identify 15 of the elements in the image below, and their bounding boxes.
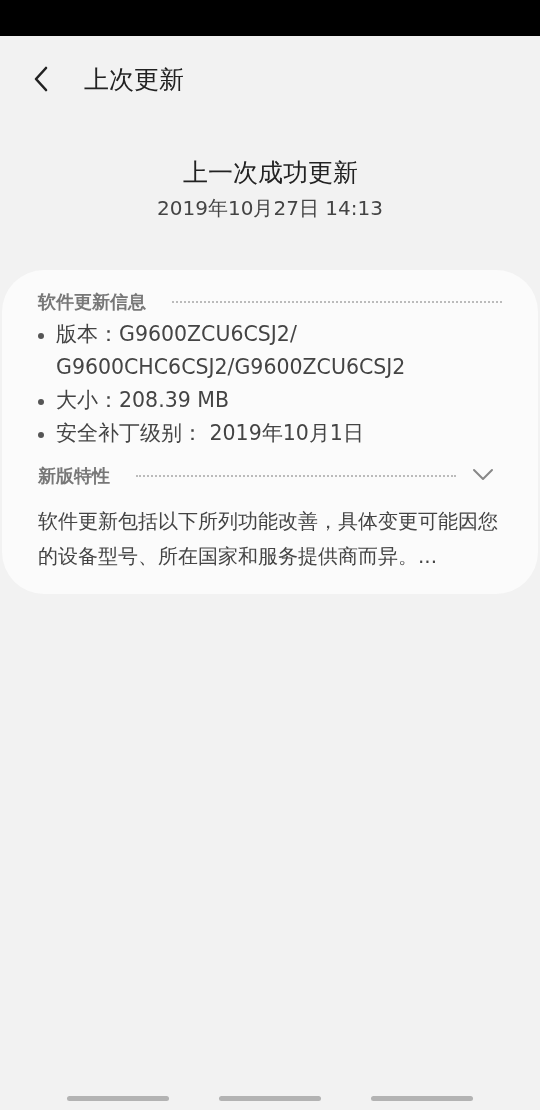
section-title: 软件更新信息 <box>38 290 146 314</box>
features-description: 软件更新包括以下所列功能改善，具体变更可能因您的设备型号、所在国家和服务提供商而异。... <box>38 508 499 570</box>
nav-gesture-bar[interactable] <box>371 1095 473 1101</box>
info-item: 安全补丁级别： 2019年10月1日 <box>56 420 365 447</box>
page-title: 上次更新 <box>84 63 184 96</box>
update-heading: 上一次成功更新 <box>182 157 358 189</box>
section-title: 新版特性 <box>38 464 110 488</box>
nav-gesture-bar[interactable] <box>219 1095 321 1101</box>
bullet-icon <box>38 399 44 405</box>
bullet-icon <box>38 432 44 438</box>
update-date: 2019年10月27日 14:13 <box>157 195 383 222</box>
bullet-icon <box>38 333 44 339</box>
nav-gesture-bar[interactable] <box>67 1095 169 1101</box>
info-item: 大小：208.39 MB <box>56 387 230 414</box>
info-item: 版本：G9600ZCU6CSJ2/ G9600CHC6CSJ2/G9600ZCU6CSJ2 <box>56 321 407 381</box>
